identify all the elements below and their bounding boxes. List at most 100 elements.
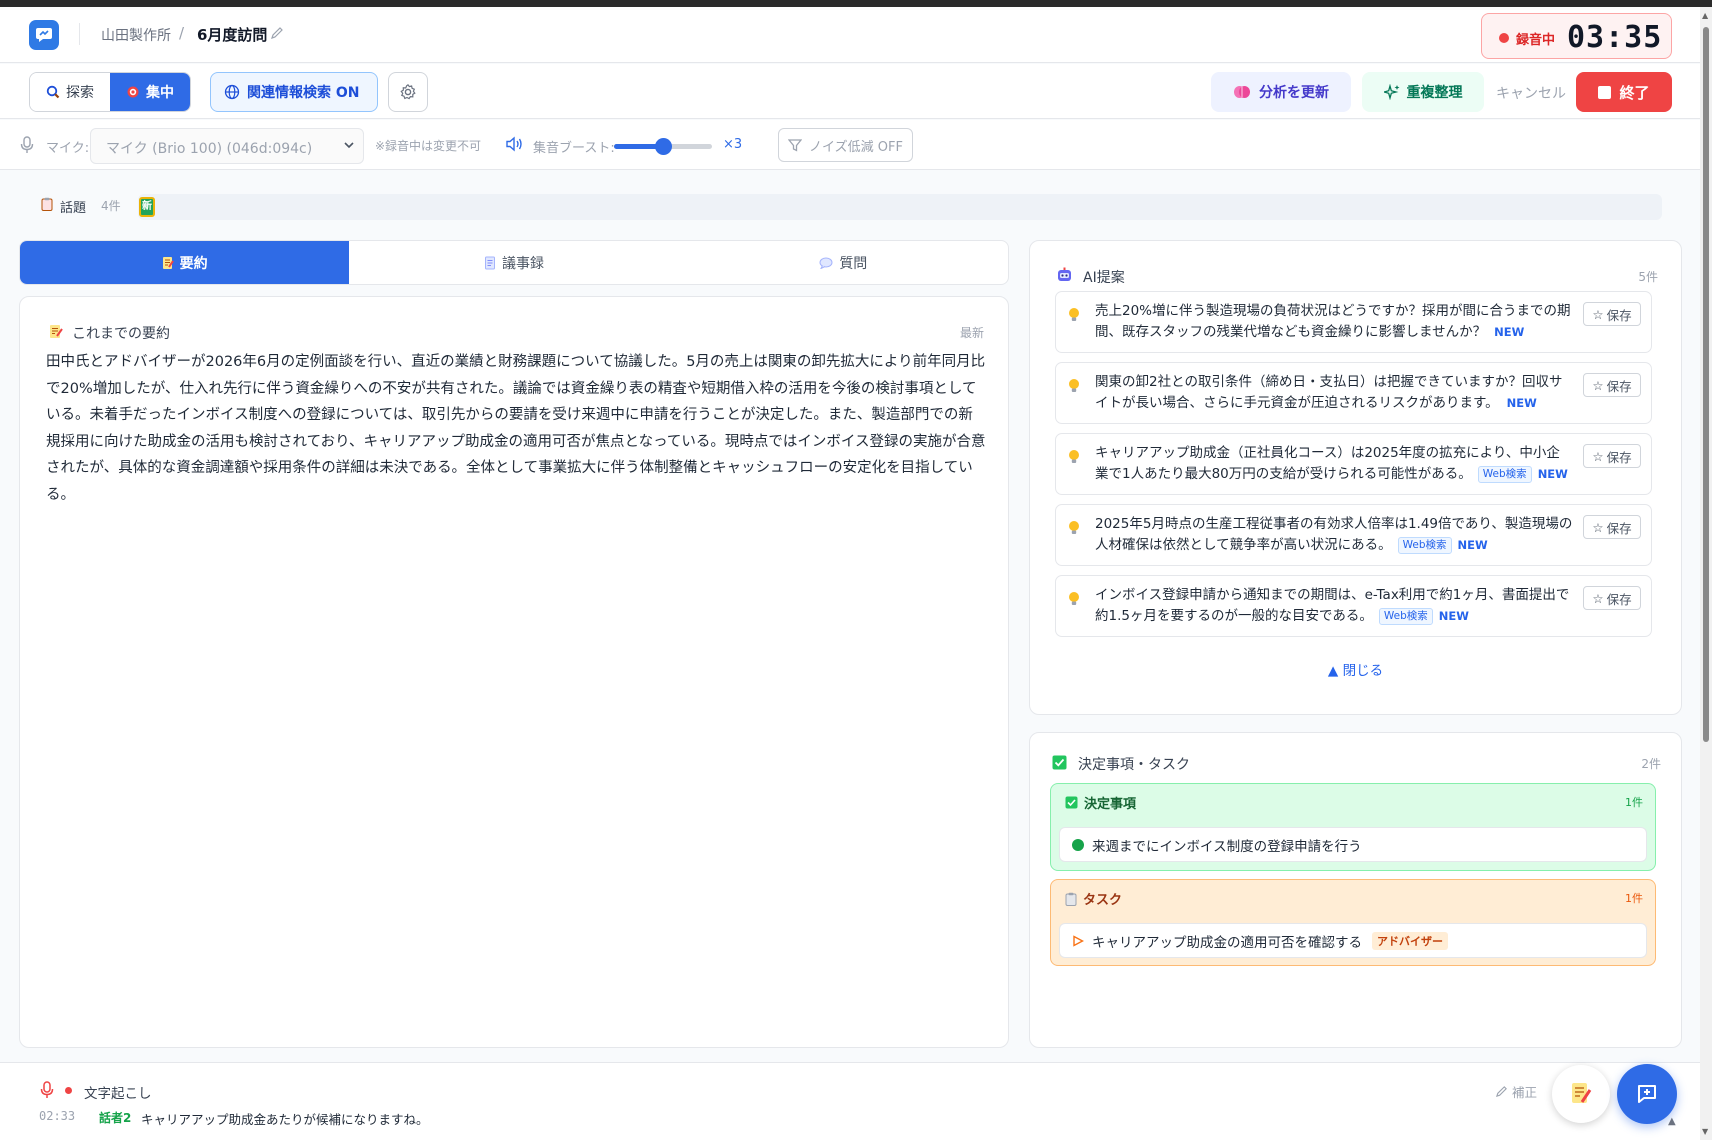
- notes-fab[interactable]: [1552, 1065, 1610, 1123]
- mode-toggle: 探索 集中: [29, 72, 191, 112]
- mode-explore-button[interactable]: 探索: [30, 73, 110, 111]
- suggestion-text: キャリアアップ助成金（正社員化コース）は2025年度の拡充により、中小企業で1人…: [1095, 443, 1573, 485]
- update-analysis-label: 分析を更新: [1259, 85, 1329, 101]
- summary-title: これまでの要約: [72, 326, 170, 342]
- settings-button[interactable]: [388, 72, 428, 112]
- brain-icon: [1234, 86, 1250, 98]
- ai-suggestions-title: AI提案: [1083, 270, 1125, 286]
- transcript-bar: 文字起こし 補正 02:33 話者2 キャリアアップ助成金あたりが候補になります…: [0, 1062, 1700, 1140]
- save-label: 保存: [1606, 591, 1632, 607]
- tab-minutes[interactable]: 議事録: [349, 241, 678, 284]
- speech-bubble-icon: [819, 257, 833, 269]
- noise-reduction-toggle[interactable]: ノイズ低減 OFF: [778, 128, 913, 162]
- save-button[interactable]: ☆ 保存: [1583, 515, 1641, 539]
- suggestion-card: 2025年5月時点の生産工程従事者の有効求人倍率は1.49倍であり、製造現場の人…: [1055, 504, 1652, 566]
- correct-button[interactable]: 補正: [1495, 1082, 1537, 1101]
- decisions-tasks-panel: 決定事項・タスク 2件 決定事項 1件 来週までにインボイス制度の登録申請を行う…: [1029, 732, 1682, 1048]
- topic-chip[interactable]: 新: [139, 197, 155, 217]
- boost-slider[interactable]: [614, 138, 712, 155]
- save-button[interactable]: ☆ 保存: [1583, 302, 1641, 326]
- save-button[interactable]: ☆ 保存: [1583, 444, 1641, 468]
- app-page: 山田製作所 / 6月度訪問 録音中 03:35 探索 集中 関連情報検索 ON: [0, 7, 1700, 1140]
- search-icon: [46, 85, 60, 99]
- mic-label: マイク:: [46, 141, 90, 156]
- star-icon: ☆: [1592, 306, 1604, 322]
- tab-summary[interactable]: 要約: [20, 241, 350, 284]
- web-search-badge: Web検索: [1477, 466, 1532, 483]
- end-recording-button[interactable]: 終了: [1576, 72, 1672, 112]
- star-icon: ☆: [1592, 590, 1604, 606]
- lightbulb-icon: [1068, 520, 1080, 540]
- save-button[interactable]: ☆ 保存: [1583, 586, 1641, 610]
- scroll-down-arrow-icon[interactable]: ▼: [1702, 1127, 1708, 1136]
- new-badge: NEW: [1494, 325, 1525, 339]
- microphone-icon: [40, 1081, 54, 1103]
- globe-icon: [224, 84, 240, 100]
- topic-timeline: 新: [138, 194, 1662, 220]
- recording-dot-icon: [1499, 33, 1509, 43]
- save-button[interactable]: ☆ 保存: [1583, 373, 1641, 397]
- mic-device-select[interactable]: マイク (Brio 100) (046d:094c): [90, 128, 364, 164]
- main-tabs: 要約 議事録 質問: [19, 240, 1009, 285]
- mic-device-value: マイク (Brio 100) (046d:094c): [106, 141, 313, 157]
- status-dot-icon: [1072, 838, 1084, 851]
- scroll-up-icon[interactable]: ▲: [1668, 1116, 1676, 1127]
- boost-slider-thumb[interactable]: [655, 138, 672, 155]
- transcript-text: キャリアアップ助成金あたりが候補になりますね。: [141, 1112, 429, 1127]
- suggestion-card: インボイス登録申請から通知までの期間は、e-Tax利用で約1ヶ月、書面提出で約1…: [1055, 575, 1652, 637]
- chat-fab[interactable]: [1617, 1064, 1677, 1124]
- decisions-tasks-title: 決定事項・タスク: [1078, 757, 1190, 773]
- boost-label: 集音ブースト:: [533, 141, 615, 156]
- memo-icon: [162, 256, 174, 269]
- pencil-icon[interactable]: [270, 26, 284, 44]
- recording-timer: 03:35: [1567, 20, 1663, 55]
- tab-questions[interactable]: 質問: [679, 241, 1008, 284]
- suggestion-text-content: 関東の卸2社との取引条件（締め日・支払日）は把握できていますか？回収サイトが長い…: [1095, 374, 1563, 411]
- assignee-badge: アドバイザー: [1372, 931, 1448, 950]
- noise-reduction-label: ノイズ低減 OFF: [809, 139, 903, 155]
- suggestion-text: 関東の卸2社との取引条件（締め日・支払日）は把握できていますか？回収サイトが長い…: [1095, 372, 1573, 414]
- suggestion-card: 売上20%増に伴う製造現場の負荷状況はどうですか？採用が間に合うまでの期間、既存…: [1055, 291, 1652, 353]
- task-item[interactable]: キャリアアップ助成金の適用可否を確認する アドバイザー: [1059, 923, 1647, 958]
- dedupe-button[interactable]: 重複整理: [1362, 72, 1484, 112]
- sparkles-icon: [1383, 84, 1399, 100]
- tasks-group-label: タスク: [1083, 893, 1123, 908]
- recording-label: 録音中: [1516, 33, 1556, 48]
- stop-icon: [1598, 85, 1612, 99]
- save-label: 保存: [1606, 307, 1632, 323]
- decisions-tasks-count: 2件: [1641, 757, 1661, 771]
- summary-latest-badge: 最新: [959, 326, 984, 340]
- tab-questions-label: 質問: [839, 255, 868, 272]
- cancel-button[interactable]: キャンセル: [1496, 83, 1566, 103]
- breadcrumb-separator: /: [179, 24, 185, 42]
- suggestion-text: 売上20%増に伴う製造現場の負荷状況はどうですか？採用が間に合うまでの期間、既存…: [1095, 301, 1573, 343]
- correct-label: 補正: [1512, 1085, 1538, 1100]
- web-search-badge: Web検索: [1378, 608, 1433, 625]
- save-label: 保存: [1606, 520, 1632, 536]
- save-label: 保存: [1606, 449, 1632, 465]
- new-badge: NEW: [1457, 538, 1488, 552]
- tab-summary-label: 要約: [179, 255, 208, 272]
- app-logo[interactable]: [29, 20, 59, 50]
- suggestion-card: キャリアアップ助成金（正社員化コース）は2025年度の拡充により、中小企業で1人…: [1055, 433, 1652, 495]
- window-top-strip: [0, 0, 1712, 7]
- collapse-suggestions-button[interactable]: ▲ 閉じる: [1030, 659, 1681, 679]
- mode-focus-label: 集中: [146, 85, 174, 101]
- mode-explore-label: 探索: [66, 85, 94, 101]
- scrollbar-thumb[interactable]: [1703, 27, 1709, 742]
- summary-body: 田中氏とアドバイザーが2026年6月の定例面談を行い、直近の業績と財務課題につい…: [46, 354, 986, 503]
- update-analysis-button[interactable]: 分析を更新: [1211, 72, 1351, 112]
- decision-item[interactable]: 来週までにインボイス制度の登録申請を行う: [1059, 827, 1647, 862]
- breadcrumb-company[interactable]: 山田製作所: [101, 25, 171, 45]
- chevron-down-icon: [343, 139, 355, 155]
- recording-indicator: 録音中 03:35: [1481, 13, 1672, 59]
- related-search-toggle[interactable]: 関連情報検索 ON: [210, 72, 378, 112]
- memo-icon: [49, 324, 63, 343]
- suggestion-card: 関東の卸2社との取引条件（締め日・支払日）は把握できていますか？回収サイトが長い…: [1055, 362, 1652, 424]
- mode-focus-button[interactable]: 集中: [110, 73, 190, 111]
- chat-plus-icon: [1638, 1085, 1656, 1103]
- scroll-up-arrow-icon[interactable]: ▲: [1702, 11, 1708, 20]
- header-divider: [79, 23, 80, 45]
- tasks-group-header: タスク: [1065, 889, 1122, 908]
- page-scrollbar[interactable]: ▲ ▼: [1700, 7, 1712, 1140]
